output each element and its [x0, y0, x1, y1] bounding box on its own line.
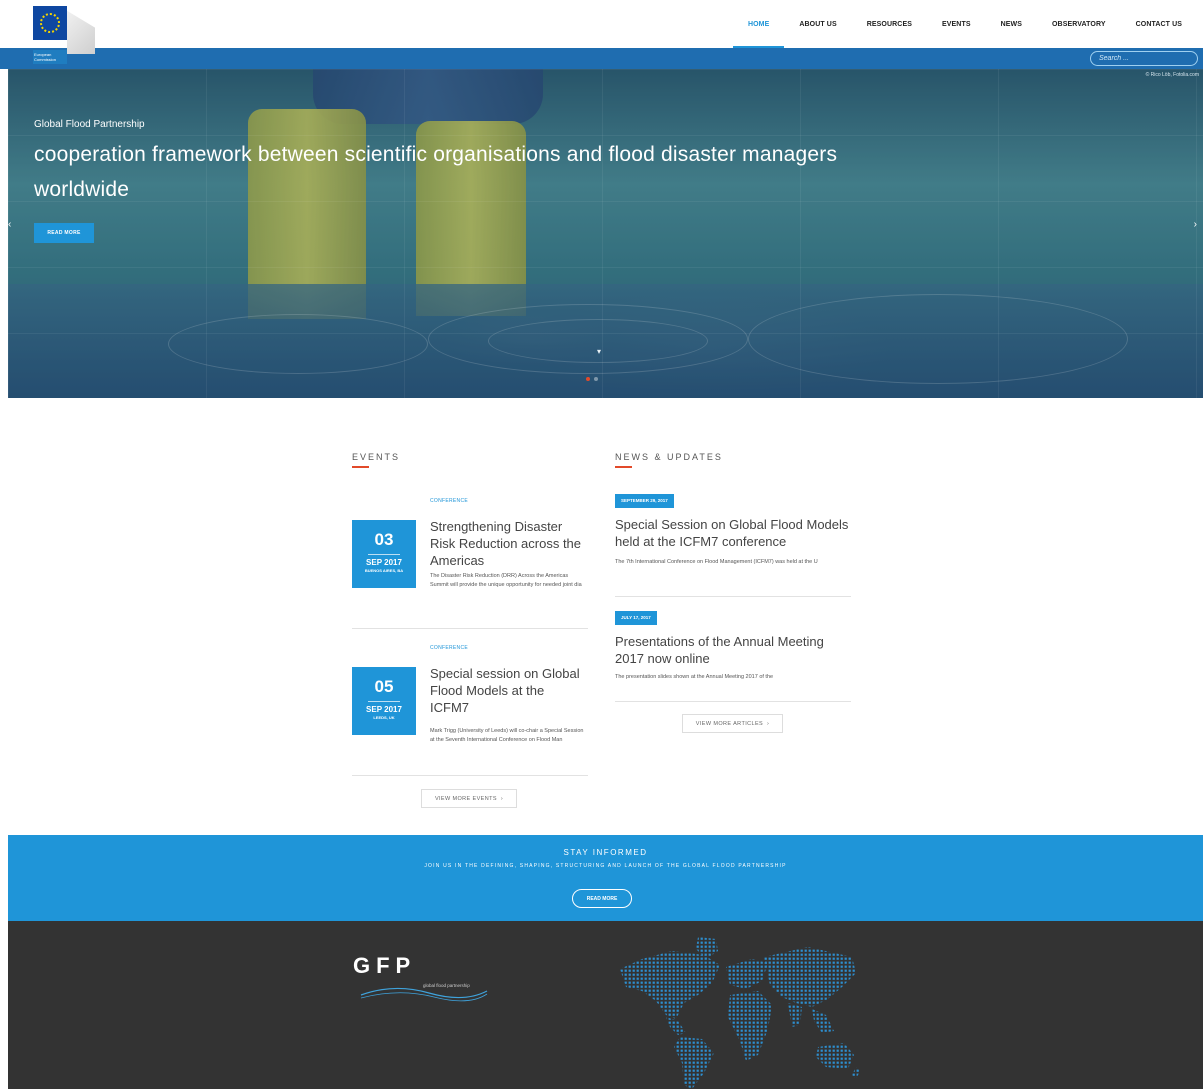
- wave-icon: [360, 987, 488, 1002]
- slider-prev-icon[interactable]: ‹: [8, 219, 11, 230]
- event-place: LEEDS, UK: [373, 715, 395, 720]
- hero-slider: © Rico Löb, Fotolia.com Global Flood Par…: [8, 69, 1203, 398]
- event-place: BUENOS AIRES, BA: [364, 568, 404, 573]
- berlaymont-building-icon: [67, 10, 95, 54]
- nav-events[interactable]: EVENTS: [927, 0, 986, 48]
- event-category: CONFERENCE: [430, 645, 469, 651]
- event-day: 05: [374, 677, 394, 696]
- news-title[interactable]: Presentations of the Annual Meeting 2017…: [615, 633, 851, 667]
- news-title[interactable]: Special Session on Global Flood Models h…: [615, 516, 851, 550]
- news-date-badge: JULY 17, 2017: [615, 611, 657, 625]
- event-title[interactable]: Special session on Global Flood Models a…: [430, 665, 585, 716]
- ec-logo-text: European Commission: [33, 50, 67, 64]
- view-more-articles-label: VIEW MORE ARTICLES: [695, 720, 764, 727]
- hero-read-more-button[interactable]: READ MORE: [34, 223, 94, 243]
- slider-dot[interactable]: [586, 377, 590, 381]
- news-description: The 7th International Conference on Floo…: [615, 559, 818, 565]
- event-description: The Disaster Risk Reduction (DRR) Across…: [430, 573, 582, 588]
- news-item[interactable]: JULY 17, 2017 Presentations of the Annua…: [615, 611, 851, 703]
- event-date-badge: 03 SEP 2017 BUENOS AIRES, BA: [352, 520, 416, 588]
- scroll-down-icon[interactable]: ▾: [597, 347, 601, 356]
- event-month: SEP 2017: [366, 558, 402, 567]
- view-more-events-label: VIEW MORE EVENTS: [434, 795, 497, 802]
- news-description: The presentation slides shown at the Ann…: [615, 674, 774, 680]
- news-heading-underline: [615, 466, 632, 468]
- eu-flag-icon: [33, 6, 67, 40]
- events-heading-underline: [352, 466, 369, 468]
- view-more-articles-button[interactable]: VIEW MORE ARTICLES ›: [682, 714, 783, 733]
- divider: [615, 701, 851, 702]
- main-nav: HOME ABOUT US RESOURCES EVENTS NEWS OBSE…: [732, 0, 1197, 48]
- event-description: Mark Trigg (University of Leeds) will co…: [430, 728, 584, 743]
- blue-strip: [0, 48, 1203, 69]
- nav-resources[interactable]: RESOURCES: [852, 0, 927, 48]
- slider-dots: [586, 377, 598, 381]
- nav-news[interactable]: NEWS: [986, 0, 1037, 48]
- photo-credit: © Rico Löb, Fotolia.com: [1145, 72, 1199, 78]
- site-header: European Commission HOME ABOUT US RESOUR…: [0, 0, 1203, 64]
- gfp-logo-letters: GFP: [353, 953, 417, 978]
- divider: [352, 628, 588, 629]
- news-heading: NEWS & UPDATES: [615, 452, 723, 462]
- slider-dot[interactable]: [594, 377, 598, 381]
- news-item[interactable]: SEPTEMBER 29, 2017 Special Session on Gl…: [615, 494, 851, 598]
- nav-contact-us[interactable]: CONTACT US: [1121, 0, 1197, 48]
- event-date-badge: 05 SEP 2017 LEEDS, UK: [352, 667, 416, 735]
- nav-observatory[interactable]: OBSERVATORY: [1037, 0, 1121, 48]
- search-input[interactable]: [1090, 51, 1198, 66]
- hero-kicker: Global Flood Partnership: [34, 119, 145, 130]
- event-day: 03: [374, 530, 394, 549]
- event-category: CONFERENCE: [430, 498, 469, 504]
- gfp-logo[interactable]: GFP global flood partnership: [353, 953, 493, 1003]
- stay-read-more-button[interactable]: READ MORE: [572, 889, 632, 908]
- divider: [352, 775, 588, 776]
- site-footer: GFP global flood partnership: [8, 921, 1203, 1089]
- world-map-icon: [620, 937, 860, 1089]
- view-more-events-button[interactable]: VIEW MORE EVENTS ›: [421, 789, 517, 808]
- divider: [615, 596, 851, 597]
- stay-informed-subtitle: JOIN US IN THE DEFINING, SHAPING, STRUCT…: [424, 863, 787, 869]
- events-heading: EVENTS: [352, 452, 401, 462]
- event-month: SEP 2017: [366, 705, 402, 714]
- nav-home[interactable]: HOME: [732, 0, 785, 48]
- slider-next-icon[interactable]: ›: [1194, 219, 1197, 230]
- nav-about-us[interactable]: ABOUT US: [784, 0, 851, 48]
- event-title[interactable]: Strengthening Disaster Risk Reduction ac…: [430, 518, 585, 569]
- stay-informed-title: STAY INFORMED: [563, 848, 648, 857]
- hero-title: cooperation framework between scientific…: [34, 143, 838, 201]
- event-item[interactable]: CONFERENCE 05 SEP 2017 LEEDS, UK Special…: [352, 645, 588, 777]
- european-commission-logo[interactable]: European Commission: [33, 6, 95, 64]
- news-date-badge: SEPTEMBER 29, 2017: [615, 494, 674, 508]
- stay-informed-banner: STAY INFORMED JOIN US IN THE DEFINING, S…: [8, 835, 1203, 921]
- event-item[interactable]: CONFERENCE 03 SEP 2017 BUENOS AIRES, BA …: [352, 498, 588, 630]
